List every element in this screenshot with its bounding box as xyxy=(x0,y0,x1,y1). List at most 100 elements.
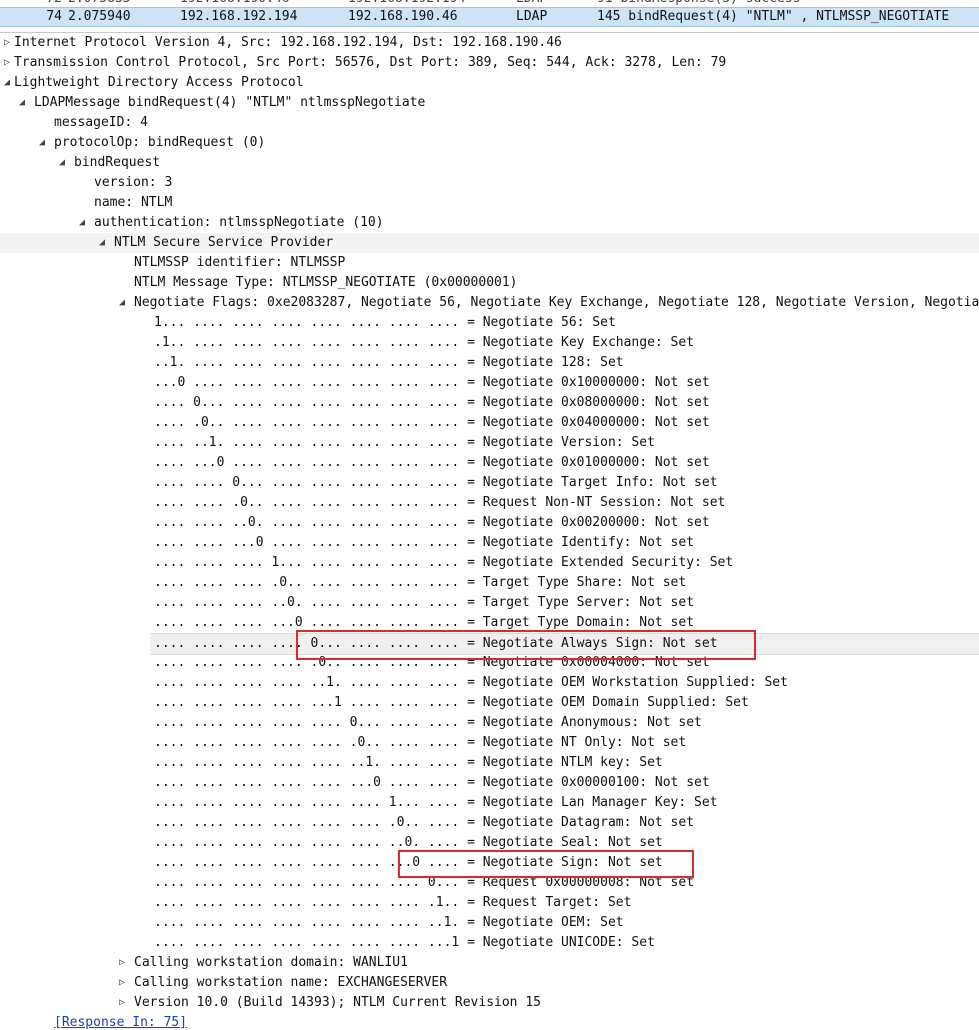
tree-node-tcp[interactable]: ▷ Transmission Control Protocol, Src Por… xyxy=(0,53,979,73)
tree-node-label: Calling workstation name: EXCHANGESERVER xyxy=(134,975,448,990)
triangle-right-icon[interactable]: ▷ xyxy=(1,53,13,73)
flag-label: .... .... .... .... .0.. .... .... .... … xyxy=(154,655,710,670)
packet-details-tree: ▷ Internet Protocol Version 4, Src: 192.… xyxy=(0,33,979,1030)
tree-node-label: bindRequest xyxy=(74,155,161,170)
triangle-right-icon[interactable]: ▷ xyxy=(116,973,128,993)
triangle-right-icon[interactable]: ▷ xyxy=(116,953,128,973)
tree-node-label: Version 10.0 (Build 14393); NTLM Current… xyxy=(134,995,541,1010)
negotiate-flag-row[interactable]: .... ...0 .... .... .... .... .... .... … xyxy=(0,453,979,473)
negotiate-flag-row[interactable]: .... .... .... ..0. .... .... .... .... … xyxy=(0,593,979,613)
tree-node-version[interactable]: version: 3 xyxy=(0,173,979,193)
triangle-down-icon[interactable]: ◢ xyxy=(36,133,48,153)
flag-label: .... .... .... .... .... 0... .... .... … xyxy=(154,715,702,730)
tree-node-label: LDAPMessage bindRequest(4) "NTLM" ntlmss… xyxy=(34,95,426,110)
negotiate-flag-row[interactable]: .... .... .... .... .... .... ..0. .... … xyxy=(0,833,979,853)
tree-node-negotiate-flags[interactable]: ◢ Negotiate Flags: 0xe2083287, Negotiate… xyxy=(0,293,979,313)
triangle-right-icon[interactable]: ▷ xyxy=(1,33,13,53)
tree-node-message-id[interactable]: messageID: 4 xyxy=(0,113,979,133)
flag-label: .... .... .... .... 0... .... .... .... … xyxy=(154,636,718,651)
triangle-down-icon[interactable]: ◢ xyxy=(76,213,88,233)
negotiate-flag-row[interactable]: 1... .... .... .... .... .... .... .... … xyxy=(0,313,979,333)
tree-node-label: Negotiate Flags: 0xe2083287, Negotiate 5… xyxy=(134,295,979,310)
tree-node-label: NTLM Secure Service Provider xyxy=(114,235,334,250)
flag-label: .... .... .... .... .... .... .... ...1 … xyxy=(154,935,655,950)
negotiate-flag-row[interactable]: .... .... .... .... .... ...0 .... .... … xyxy=(0,773,979,793)
triangle-down-icon[interactable]: ◢ xyxy=(116,293,128,313)
negotiate-flag-row[interactable]: .... .... .... .... .... .... 1... .... … xyxy=(0,793,979,813)
triangle-right-icon[interactable]: ▷ xyxy=(116,993,128,1013)
flag-label: .... 0... .... .... .... .... .... .... … xyxy=(154,395,710,410)
packet-destination: 192.168.190.46 xyxy=(348,9,458,24)
negotiate-flag-row[interactable]: .... ..1. .... .... .... .... .... .... … xyxy=(0,433,979,453)
flag-label: .... .... .... .... .... .... .... 0... … xyxy=(154,875,695,890)
flag-label: .... .... .... .... .... .... .0.. .... … xyxy=(154,815,695,830)
flag-label: .... ...0 .... .... .... .... .... .... … xyxy=(154,455,710,470)
negotiate-flag-row[interactable]: .... .... .0.. .... .... .... .... .... … xyxy=(0,493,979,513)
flag-label: .... .... .... .... .... .... .... ..1. … xyxy=(154,915,624,930)
negotiate-flag-row[interactable]: ...0 .... .... .... .... .... .... .... … xyxy=(0,373,979,393)
flag-label: .... .... 0... .... .... .... .... .... … xyxy=(154,475,718,490)
negotiate-flag-row[interactable]: .... .... .... .... .... .... .... ...1 … xyxy=(0,933,979,953)
negotiate-flag-row[interactable]: .... .... .... .... .... .... .... 0... … xyxy=(0,873,979,893)
negotiate-flag-row[interactable]: .... .... .... .... .... .... ...0 .... … xyxy=(0,853,979,873)
tree-node-calling-domain[interactable]: ▷ Calling workstation domain: WANLIU1 xyxy=(0,953,979,973)
tree-node-ip[interactable]: ▷ Internet Protocol Version 4, Src: 192.… xyxy=(0,33,979,53)
negotiate-flag-row[interactable]: .... .... 0... .... .... .... .... .... … xyxy=(0,473,979,493)
negotiate-flag-row[interactable]: .... .... .... .... .... ..1. .... .... … xyxy=(0,753,979,773)
tree-node-version-info[interactable]: ▷ Version 10.0 (Build 14393); NTLM Curre… xyxy=(0,993,979,1013)
triangle-down-icon[interactable]: ◢ xyxy=(56,153,68,173)
flag-label: .... .... .... .... .... .... .... .1.. … xyxy=(154,895,632,910)
negotiate-flag-row[interactable]: .... .... .... .... .... .... .0.. .... … xyxy=(0,813,979,833)
negotiate-flag-row[interactable]: .... .... .... .... .... 0... .... .... … xyxy=(0,713,979,733)
tree-node-label: protocolOp: bindRequest (0) xyxy=(54,135,266,150)
negotiate-flag-row[interactable]: .... .... .... .... .0.. .... .... .... … xyxy=(0,653,979,673)
packet-row-selected[interactable]: 74 2.075940 192.168.192.194 192.168.190.… xyxy=(0,7,979,27)
negotiate-flag-row[interactable]: .1.. .... .... .... .... .... .... .... … xyxy=(0,333,979,353)
flag-label: .... .... .... .... .... ..1. .... .... … xyxy=(154,755,663,770)
negotiate-flag-row[interactable]: .... .... .... .... .... .... .... ..1. … xyxy=(0,913,979,933)
negotiate-flag-row[interactable]: .... .... .... ...0 .... .... .... .... … xyxy=(0,613,979,633)
flag-label: .... .... .... ...0 .... .... .... .... … xyxy=(154,615,695,630)
flag-label: .... .... ...0 .... .... .... .... .... … xyxy=(154,535,695,550)
negotiate-flag-row[interactable]: ..1. .... .... .... .... .... .... .... … xyxy=(0,353,979,373)
flag-label: .... .... .... .... ...1 .... .... .... … xyxy=(154,695,749,710)
tree-node-response-in[interactable]: [Response In: 75] xyxy=(0,1013,979,1030)
response-in-link[interactable]: [Response In: 75] xyxy=(54,1013,187,1030)
tree-node-label: NTLM Message Type: NTLMSSP_NEGOTIATE (0x… xyxy=(134,275,518,290)
tree-node-label: Transmission Control Protocol, Src Port:… xyxy=(14,55,727,70)
tree-node-bind-request[interactable]: ◢ bindRequest xyxy=(0,153,979,173)
flag-label: ...0 .... .... .... .... .... .... .... … xyxy=(154,375,710,390)
tree-node-ntlmssp-identifier[interactable]: NTLMSSP identifier: NTLMSSP xyxy=(0,253,979,273)
tree-node-protocol-op[interactable]: ◢ protocolOp: bindRequest (0) xyxy=(0,133,979,153)
flag-label: .... .... .... .... .... .... 1... .... … xyxy=(154,795,718,810)
tree-node-calling-name[interactable]: ▷ Calling workstation name: EXCHANGESERV… xyxy=(0,973,979,993)
tree-node-label: Internet Protocol Version 4, Src: 192.16… xyxy=(14,35,562,50)
negotiate-flag-row[interactable]: .... .... .... .... ..1. .... .... .... … xyxy=(0,673,979,693)
negotiate-flag-row[interactable]: .... .... ...0 .... .... .... .... .... … xyxy=(0,533,979,553)
tree-node-ldap[interactable]: ◢ Lightweight Directory Access Protocol xyxy=(0,73,979,93)
triangle-down-icon[interactable]: ◢ xyxy=(16,93,28,113)
tree-node-name[interactable]: name: NTLM xyxy=(0,193,979,213)
negotiate-flag-row[interactable]: .... .0.. .... .... .... .... .... .... … xyxy=(0,413,979,433)
flag-label: .... .... .... .... .... .0.. .... .... … xyxy=(154,735,687,750)
packet-list[interactable]: 72 2.075835 192.168.190.46 192.168.192.1… xyxy=(0,0,979,33)
tree-node-label: Lightweight Directory Access Protocol xyxy=(14,75,304,90)
flag-label: 1... .... .... .... .... .... .... .... … xyxy=(154,315,616,330)
negotiate-flag-row[interactable]: .... .... .... 1... .... .... .... .... … xyxy=(0,553,979,573)
tree-node-ntlm-ssp[interactable]: ◢ NTLM Secure Service Provider xyxy=(0,233,979,253)
negotiate-flag-row[interactable]: .... .... .... .... ...1 .... .... .... … xyxy=(0,693,979,713)
negotiate-flag-row[interactable]: .... .... ..0. .... .... .... .... .... … xyxy=(0,513,979,533)
flag-label: .... ..1. .... .... .... .... .... .... … xyxy=(154,435,655,450)
negotiate-flag-row[interactable]: .... .... .... .0.. .... .... .... .... … xyxy=(0,573,979,593)
negotiate-flag-row[interactable]: .... .... .... .... .... .... .... .1.. … xyxy=(0,893,979,913)
negotiate-flag-row[interactable]: .... .... .... .... .... .0.. .... .... … xyxy=(0,733,979,753)
negotiate-flag-row[interactable]: .... 0... .... .... .... .... .... .... … xyxy=(0,393,979,413)
tree-node-label: version: 3 xyxy=(94,175,173,190)
triangle-down-icon[interactable]: ◢ xyxy=(96,233,108,253)
flag-label: .1.. .... .... .... .... .... .... .... … xyxy=(154,335,695,350)
negotiate-flag-row[interactable]: .... .... .... .... 0... .... .... .... … xyxy=(150,633,979,655)
tree-node-authentication[interactable]: ◢ authentication: ntlmsspNegotiate (10) xyxy=(0,213,979,233)
triangle-down-icon[interactable]: ◢ xyxy=(1,73,13,93)
tree-node-ldap-message[interactable]: ◢ LDAPMessage bindRequest(4) "NTLM" ntlm… xyxy=(0,93,979,113)
tree-node-message-type[interactable]: NTLM Message Type: NTLMSSP_NEGOTIATE (0x… xyxy=(0,273,979,293)
